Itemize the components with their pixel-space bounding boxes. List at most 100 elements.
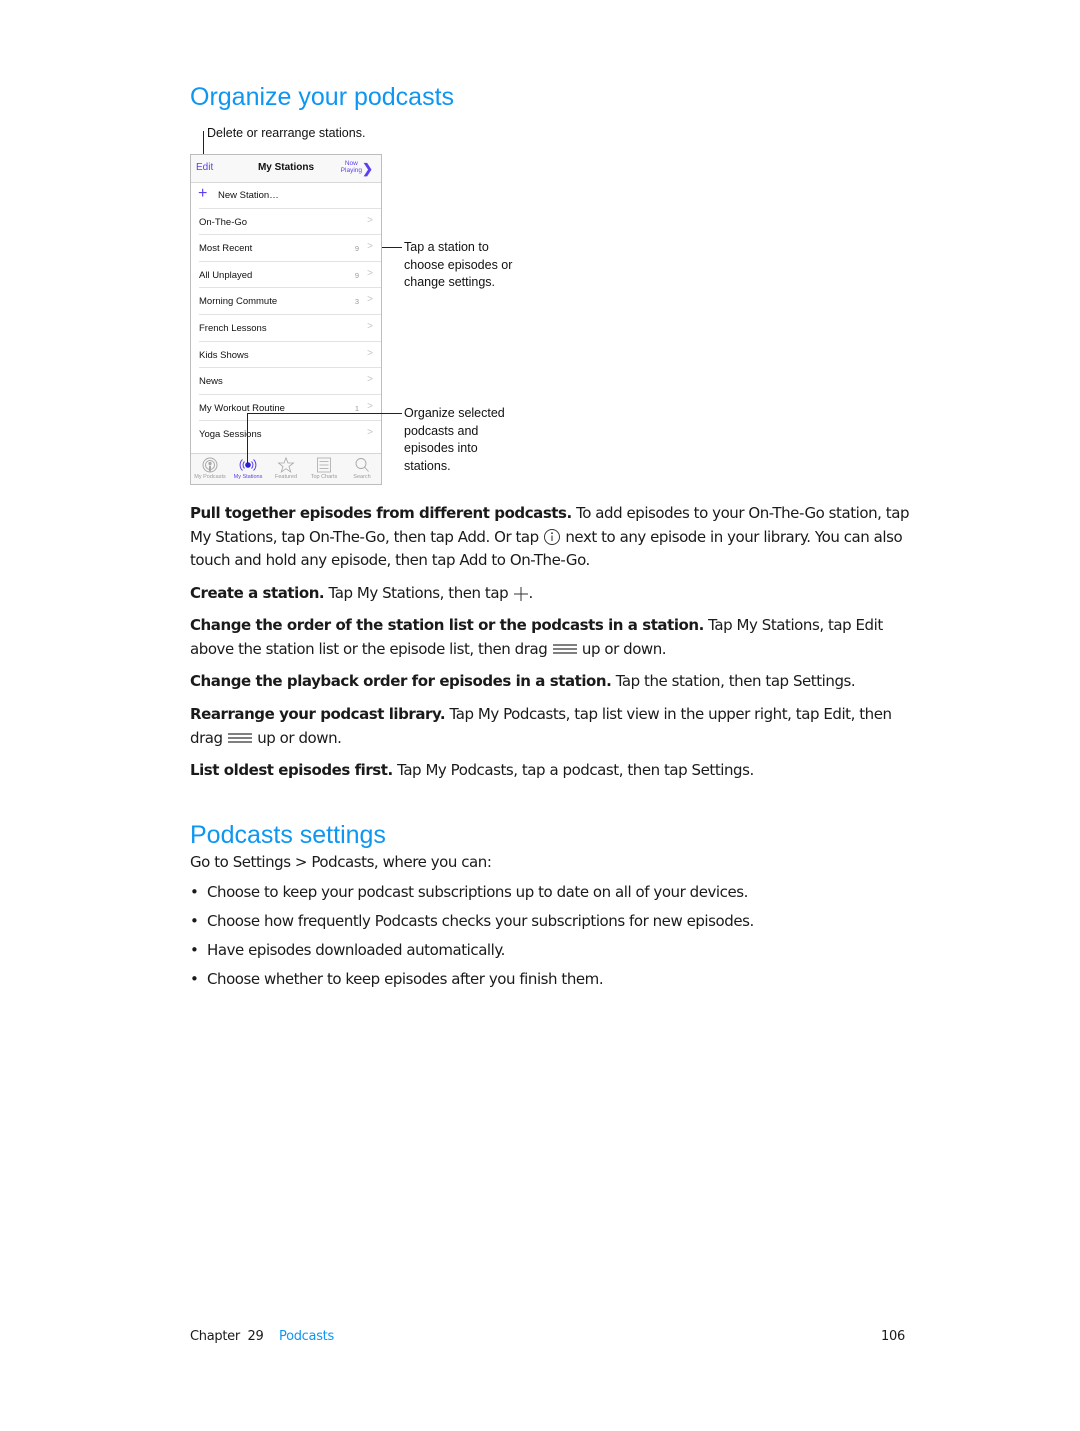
- now-playing-label-2: Playing: [340, 167, 362, 174]
- station-row[interactable]: All Unplayed 9 >: [191, 262, 381, 289]
- section-title-organize: Organize your podcasts: [190, 83, 455, 111]
- bullet-dot: •: [190, 883, 199, 901]
- info-icon: [544, 529, 561, 545]
- callout-organize: Organize selected podcasts and episodes …: [404, 405, 505, 475]
- tab-featured[interactable]: Featured: [267, 454, 305, 484]
- station-name: Kids Shows: [199, 349, 249, 361]
- paragraph-lead: Rearrange your podcast library.: [190, 705, 446, 723]
- chevron-right-icon: >: [367, 321, 373, 332]
- page-number: 106: [881, 1329, 905, 1344]
- drag-handle-icon: [552, 644, 577, 654]
- paragraph-rearrange-library: Rearrange your podcast library. Tap My P…: [190, 703, 910, 750]
- list-item-text: Have episodes downloaded automatically.: [207, 941, 505, 959]
- station-row[interactable]: News >: [191, 368, 381, 395]
- chevron-right-icon: >: [367, 214, 373, 226]
- callout-line: episodes into: [404, 441, 478, 455]
- nav-bar: Edit My Stations Now Playing ❯: [191, 155, 381, 183]
- bullet-dot: •: [190, 941, 199, 959]
- phone-screenshot: Edit My Stations Now Playing ❯ + New Sta…: [190, 154, 382, 485]
- paragraph-text: Tap the station, then tap Settings.: [611, 672, 856, 690]
- paragraph-lead: List oldest episodes first.: [190, 761, 393, 779]
- station-name: On-The-Go: [199, 216, 248, 228]
- paragraph-lead: Create a station.: [190, 584, 325, 602]
- plus-icon: +: [198, 185, 208, 202]
- tab-top-charts[interactable]: Top Charts: [305, 454, 343, 484]
- station-row[interactable]: Yoga Sessions >: [191, 421, 381, 448]
- tab-bar: My Podcasts My Stations Featured Top Cha…: [191, 453, 381, 484]
- callout-line: Tap a station to: [404, 240, 489, 254]
- station-name: Yoga Sessions: [199, 429, 262, 441]
- tab-search[interactable]: Search: [343, 454, 381, 484]
- list-item-text: Choose how frequently Podcasts checks yo…: [207, 912, 754, 930]
- callout-line: stations.: [404, 458, 451, 473]
- chevron-right-icon: >: [367, 294, 373, 306]
- chevron-right-icon: >: [367, 400, 373, 412]
- new-station-row[interactable]: + New Station…: [191, 182, 381, 209]
- search-icon: [355, 458, 369, 472]
- paragraph-playback-order: Change the playback order for episodes i…: [190, 670, 910, 694]
- tab-my-stations[interactable]: My Stations: [229, 454, 267, 484]
- chevron-right-icon: ❯: [362, 161, 373, 176]
- paragraph-change-order: Change the order of the station list or …: [190, 614, 910, 661]
- podcast-icon: [202, 457, 218, 473]
- station-row[interactable]: Kids Shows >: [191, 342, 381, 369]
- paragraph-lead: Pull together episodes from different po…: [190, 504, 572, 522]
- tab-label: My Podcasts: [194, 474, 226, 480]
- paragraph-text: up or down.: [577, 639, 667, 658]
- callout-leader-organize: [247, 413, 402, 414]
- paragraph-create-station: Create a station. Tap My Stations, then …: [190, 582, 910, 606]
- callout-line: choose episodes or: [404, 257, 513, 272]
- section-title-settings: Podcasts settings: [190, 821, 386, 849]
- station-row[interactable]: Most Recent 9 >: [191, 235, 381, 262]
- settings-intro: Go to Settings > Podcasts, where you can…: [190, 853, 492, 871]
- plus-icon: [513, 586, 528, 601]
- chevron-right-icon: >: [367, 241, 373, 253]
- chevron-right-icon: >: [367, 427, 373, 439]
- paragraph-lead: Change the order of the station list or …: [190, 616, 704, 634]
- footer-chapter: Chapter 29: [190, 1329, 264, 1344]
- station-count: 9: [354, 270, 359, 280]
- station-count: 9: [354, 244, 359, 254]
- list-item-text: Choose whether to keep episodes after yo…: [207, 970, 604, 988]
- list-item-text: Choose to keep your podcast subscription…: [207, 883, 748, 901]
- paragraph-lead: Change the playback order for episodes i…: [190, 672, 612, 690]
- station-name: All Unplayed: [199, 269, 253, 281]
- paragraph-pull-together: Pull together episodes from different po…: [190, 502, 910, 573]
- bullet-dot: •: [190, 912, 199, 930]
- drag-handle-icon: [227, 733, 252, 743]
- station-row[interactable]: On-The-Go >: [191, 209, 381, 236]
- paragraph-text: Tap My Stations, then tap: [324, 584, 513, 602]
- callout-tap-station: Tap a station to choose episodes or chan…: [404, 239, 512, 292]
- callout-line: podcasts and: [404, 423, 479, 438]
- stations-icon: [239, 459, 257, 471]
- tab-my-podcasts[interactable]: My Podcasts: [191, 454, 229, 484]
- list-icon: [317, 457, 331, 473]
- paragraph-oldest-first: List oldest episodes first. Tap My Podca…: [190, 759, 910, 783]
- chevron-right-icon: >: [367, 374, 373, 386]
- callout-leader-organize-vertical: [247, 413, 248, 463]
- bullet-dot: •: [190, 970, 199, 988]
- new-station-label: New Station…: [218, 190, 279, 201]
- callout-line: Organize selected: [404, 406, 505, 420]
- star-icon: [277, 457, 295, 473]
- footer-chapter-link[interactable]: Podcasts: [279, 1329, 334, 1344]
- station-count: 3: [354, 297, 359, 307]
- paragraph-text: Tap My Podcasts, tap a podcast, then tap…: [392, 761, 754, 779]
- now-playing-button[interactable]: Now Playing: [341, 160, 362, 174]
- station-row[interactable]: My Workout Routine 1 >: [191, 395, 381, 422]
- station-name: French Lessons: [199, 323, 267, 334]
- station-row[interactable]: Morning Commute 3 >: [191, 288, 381, 315]
- tab-label: Featured: [274, 474, 297, 480]
- chevron-right-icon: >: [367, 267, 373, 279]
- tab-label: Search: [353, 474, 371, 480]
- now-playing-label-1: Now: [344, 160, 358, 167]
- callout-edit: Delete or rearrange stations.: [207, 126, 366, 140]
- station-name: News: [199, 376, 223, 388]
- callout-line: change settings.: [404, 275, 496, 289]
- chevron-right-icon: >: [367, 347, 373, 359]
- station-row[interactable]: French Lessons >: [191, 315, 381, 342]
- station-name: Most Recent: [199, 243, 253, 255]
- tab-label: Top Charts: [310, 474, 338, 480]
- station-count: 1: [354, 403, 359, 413]
- station-name: Morning Commute: [199, 296, 278, 308]
